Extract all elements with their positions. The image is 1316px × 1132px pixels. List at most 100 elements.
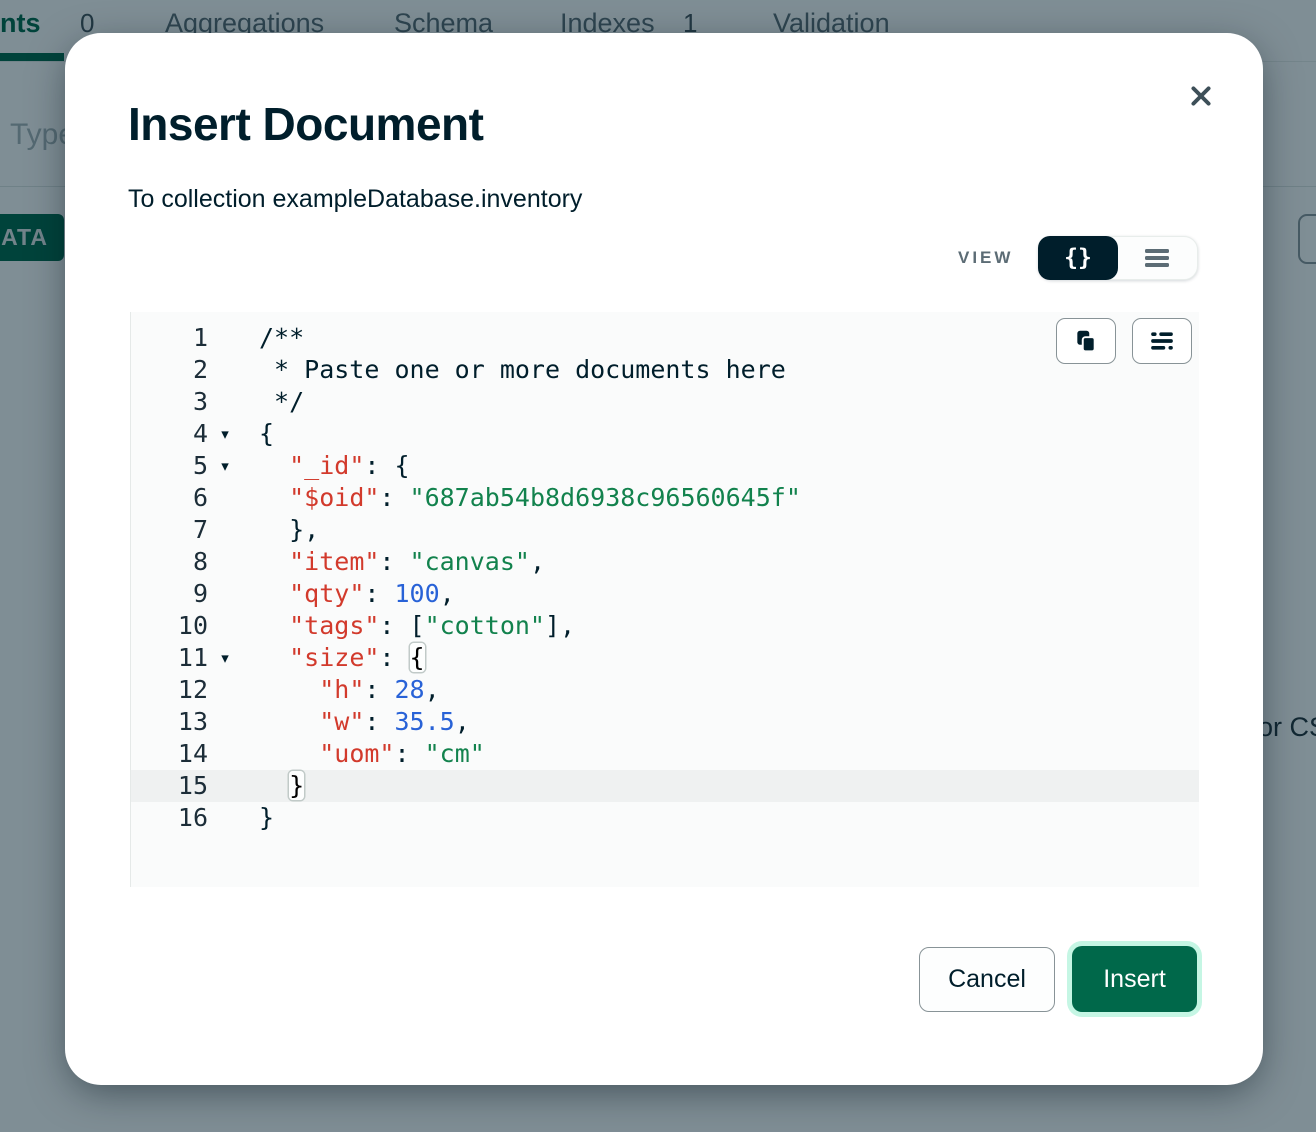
close-button[interactable]: [1183, 78, 1219, 114]
code-token-key: "uom": [319, 739, 394, 768]
code-content: "item": "canvas",: [242, 546, 545, 578]
code-token-pun: [259, 643, 289, 672]
code-token-pun: ,: [425, 675, 440, 704]
code-content: "h": 28,: [242, 674, 440, 706]
code-content: }: [242, 802, 274, 834]
editor-line-9[interactable]: 9 "qty": 100,: [131, 578, 1199, 610]
code-token-pun: ,: [455, 707, 470, 736]
document-json-editor[interactable]: 1/**2 * Paste one or more documents here…: [130, 312, 1199, 887]
code-token-key: "h": [319, 675, 364, 704]
copy-icon: [1073, 328, 1099, 354]
line-number: 12: [131, 674, 208, 706]
code-token-pun: [259, 451, 289, 480]
code-token-brk: {: [410, 643, 425, 672]
code-content: * Paste one or more documents here: [242, 354, 786, 386]
fold-gutter: [208, 578, 242, 610]
editor-line-5[interactable]: 5▾ "_id": {: [131, 450, 1199, 482]
code-token-key: "qty": [289, 579, 364, 608]
code-content: "size": {: [242, 642, 425, 674]
fold-gutter: [208, 802, 242, 834]
fold-arrow-icon[interactable]: ▾: [208, 450, 242, 482]
fold-gutter: [208, 514, 242, 546]
screen: nts 0 Aggregations Schema Indexes 1 Vali…: [0, 0, 1316, 1132]
code-token-pun: : {: [364, 451, 409, 480]
curly-braces-icon: {}: [1064, 245, 1092, 271]
code-token-pun: :: [379, 643, 409, 672]
code-token-pun: [259, 707, 319, 736]
code-token-pun: [259, 739, 319, 768]
cancel-button[interactable]: Cancel: [919, 947, 1055, 1012]
code-token-pun: [259, 547, 289, 576]
fold-gutter: [208, 354, 242, 386]
line-number: 15: [131, 770, 208, 802]
code-content: "qty": 100,: [242, 578, 455, 610]
format-icon: [1149, 329, 1175, 353]
insert-document-modal: Insert Document To collection exampleDat…: [65, 33, 1263, 1085]
editor-line-11[interactable]: 11▾ "size": {: [131, 642, 1199, 674]
code-token-key: "w": [319, 707, 364, 736]
code-token-pun: }: [259, 803, 274, 832]
code-content: "tags": ["cotton"],: [242, 610, 575, 642]
code-content: "_id": {: [242, 450, 410, 482]
editor-line-3[interactable]: 3 */: [131, 386, 1199, 418]
editor-line-13[interactable]: 13 "w": 35.5,: [131, 706, 1199, 738]
fold-arrow-icon[interactable]: ▾: [208, 642, 242, 674]
code-token-pun: :: [364, 675, 394, 704]
editor-line-14[interactable]: 14 "uom": "cm": [131, 738, 1199, 770]
code-token-pun: },: [259, 515, 319, 544]
code-content: "$oid": "687ab54b8d6938c96560645f": [242, 482, 801, 514]
code-token-pun: [259, 579, 289, 608]
format-document-button[interactable]: [1132, 318, 1192, 364]
view-segmented-control: {}: [1038, 236, 1198, 280]
fold-gutter: [208, 674, 242, 706]
code-token-pun: ,: [530, 547, 545, 576]
code-token-key: "tags": [289, 611, 379, 640]
line-number: 6: [131, 482, 208, 514]
code-content: },: [242, 514, 319, 546]
code-token-pun: {: [259, 419, 274, 448]
fold-gutter: [208, 482, 242, 514]
line-number: 8: [131, 546, 208, 578]
editor-line-12[interactable]: 12 "h": 28,: [131, 674, 1199, 706]
code-token-str: "cm": [425, 739, 485, 768]
editor-line-1[interactable]: 1/**: [131, 322, 1199, 354]
line-number: 14: [131, 738, 208, 770]
fold-gutter: [208, 610, 242, 642]
fold-arrow-icon[interactable]: ▾: [208, 418, 242, 450]
code-token-pun: :: [394, 739, 424, 768]
line-number: 7: [131, 514, 208, 546]
editor-line-6[interactable]: 6 "$oid": "687ab54b8d6938c96560645f": [131, 482, 1199, 514]
list-view-toggle[interactable]: [1117, 236, 1197, 280]
editor-line-16[interactable]: 16}: [131, 802, 1199, 834]
editor-line-7[interactable]: 7 },: [131, 514, 1199, 546]
json-view-toggle[interactable]: {}: [1038, 236, 1118, 280]
line-number: 2: [131, 354, 208, 386]
code-content: */: [242, 386, 304, 418]
code-token-pun: [259, 611, 289, 640]
code-content: }: [242, 770, 304, 802]
code-token-num: 28: [394, 675, 424, 704]
editor-line-4[interactable]: 4▾{: [131, 418, 1199, 450]
code-token-str: "cotton": [425, 611, 545, 640]
code-content: "uom": "cm": [242, 738, 485, 770]
fold-gutter: [208, 386, 242, 418]
code-token-pun: ,: [440, 579, 455, 608]
close-icon: [1188, 83, 1214, 109]
line-number: 13: [131, 706, 208, 738]
fold-gutter: [208, 706, 242, 738]
code-token-key: "$oid": [289, 483, 379, 512]
code-content: /**: [242, 322, 304, 354]
fold-gutter: [208, 738, 242, 770]
insert-button[interactable]: Insert: [1072, 946, 1197, 1012]
code-token-pun: :: [364, 707, 394, 736]
code-token-com: */: [259, 387, 304, 416]
copy-document-button[interactable]: [1056, 318, 1116, 364]
code-token-pun: :: [379, 483, 409, 512]
editor-line-10[interactable]: 10 "tags": ["cotton"],: [131, 610, 1199, 642]
list-view-icon: [1144, 247, 1170, 269]
code-token-key: "_id": [289, 451, 364, 480]
editor-line-2[interactable]: 2 * Paste one or more documents here: [131, 354, 1199, 386]
editor-line-8[interactable]: 8 "item": "canvas",: [131, 546, 1199, 578]
editor-line-15[interactable]: 15 }: [131, 770, 1199, 802]
fold-gutter: [208, 770, 242, 802]
